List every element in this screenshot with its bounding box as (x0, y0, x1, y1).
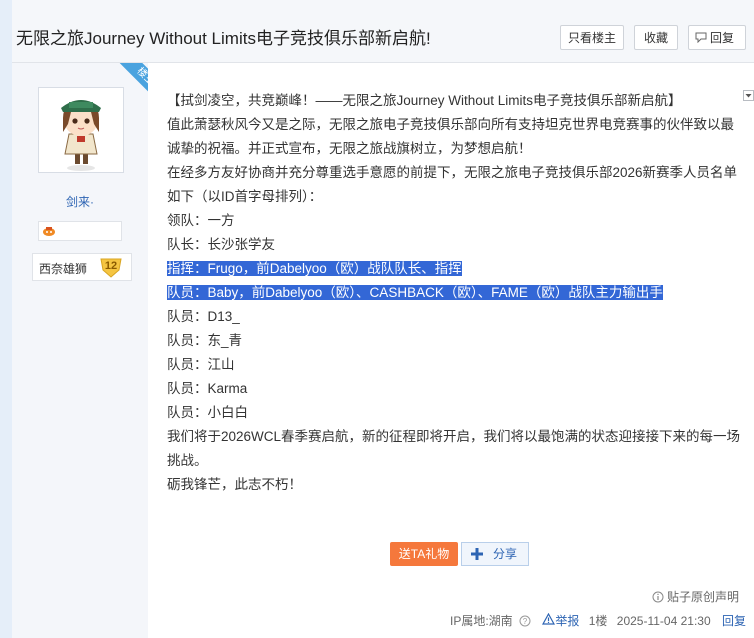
info-icon (652, 591, 664, 603)
floor-number: 1楼 (588, 614, 608, 628)
post-line-closing: 砺我锋芒，此志不朽！ (167, 477, 302, 492)
post-footer: IP属地:湖南 ? 举报 1楼 2025-11-04 21:30 回复 (450, 612, 746, 629)
help-icon[interactable]: ? (519, 615, 531, 627)
share-button[interactable]: 分享 (461, 542, 529, 566)
post-paragraph-greeting: 值此萧瑟秋风今又是之际，无限之旅电子竞技俱乐部向所有支持坦克世界电竞赛事的伙伴致… (167, 117, 734, 156)
reply-icon (695, 32, 707, 44)
roster-member-baby: 队员：Baby，前Dabelyoo（欧）、CASHBACK（欧）、FAME（欧）… (167, 285, 663, 300)
share-label: 分享 (493, 547, 518, 561)
user-icon-row (38, 221, 122, 241)
roster-manager: 领队：一方 (167, 213, 235, 228)
ip-location: IP属地:湖南 (450, 614, 513, 628)
send-gift-button[interactable]: 送TA礼物 (390, 542, 458, 566)
post-content: 【拭剑凌空，共竞巅峰！——无限之旅Journey Without Limits电… (167, 89, 747, 497)
game-badge-icon[interactable] (42, 225, 56, 237)
post-paragraph-plan: 我们将于2026WCL春季赛启航，新的征程即将开启，我们将以最饱满的状态迎接接下… (167, 429, 741, 468)
roster-captain: 队长：长沙张学友 (167, 237, 275, 252)
author-username[interactable]: 剑来· (12, 193, 148, 210)
user-level[interactable]: 西奈雄狮 12 (32, 253, 132, 281)
thread-header: 无限之旅Journey Without Limits电子竞技俱乐部新启航! 只看… (12, 0, 754, 63)
declaration-label: 贴子原创声明 (667, 590, 740, 604)
svg-text:?: ? (523, 617, 528, 626)
roster-member: 队员：江山 (167, 357, 235, 372)
avatar[interactable] (38, 87, 124, 173)
roster-member: 队员：小白白 (167, 405, 248, 420)
post-line-heading: 【拭剑凌空，共竞巅峰！——无限之旅Journey Without Limits电… (167, 93, 682, 108)
original-declaration[interactable]: 贴子原创声明 (652, 588, 739, 605)
roster-member: 队员：东_青 (167, 333, 243, 348)
post-paragraph-roster-intro: 在经多方友好协商并充分尊重选手意愿的前提下，无限之旅电子竞技俱乐部2026新赛季… (167, 165, 738, 204)
avatar-image (39, 88, 123, 172)
post-timestamp: 2025-11-04 21:30 (616, 613, 711, 628)
plus-icon (471, 548, 483, 560)
level-number: 12 (104, 260, 118, 272)
favorite-button[interactable]: 收藏 (634, 25, 678, 50)
footer-reply-link[interactable]: 回复 (722, 612, 746, 629)
warning-icon (542, 612, 556, 625)
reply-button[interactable]: 回复 (688, 25, 746, 50)
thread-title: 无限之旅Journey Without Limits电子竞技俱乐部新启航! (16, 29, 431, 48)
roster-shotcaller: 指挥：Frugo，前Dabelyoo（欧）战队队长、指挥 (167, 261, 462, 276)
reply-button-label: 回复 (710, 31, 735, 45)
only-op-button[interactable]: 只看楼主 (560, 25, 624, 50)
report-link[interactable]: 举报 (542, 612, 579, 629)
left-edge-strip (0, 0, 12, 638)
level-name: 西奈雄狮 (39, 262, 88, 276)
report-label: 举报 (555, 614, 580, 628)
roster-member: 队员：D13_ (167, 309, 240, 324)
author-sidebar: 楼主 剑来· 西奈雄狮 12 (12, 63, 148, 638)
roster-member: 队员：Karma (167, 381, 248, 396)
